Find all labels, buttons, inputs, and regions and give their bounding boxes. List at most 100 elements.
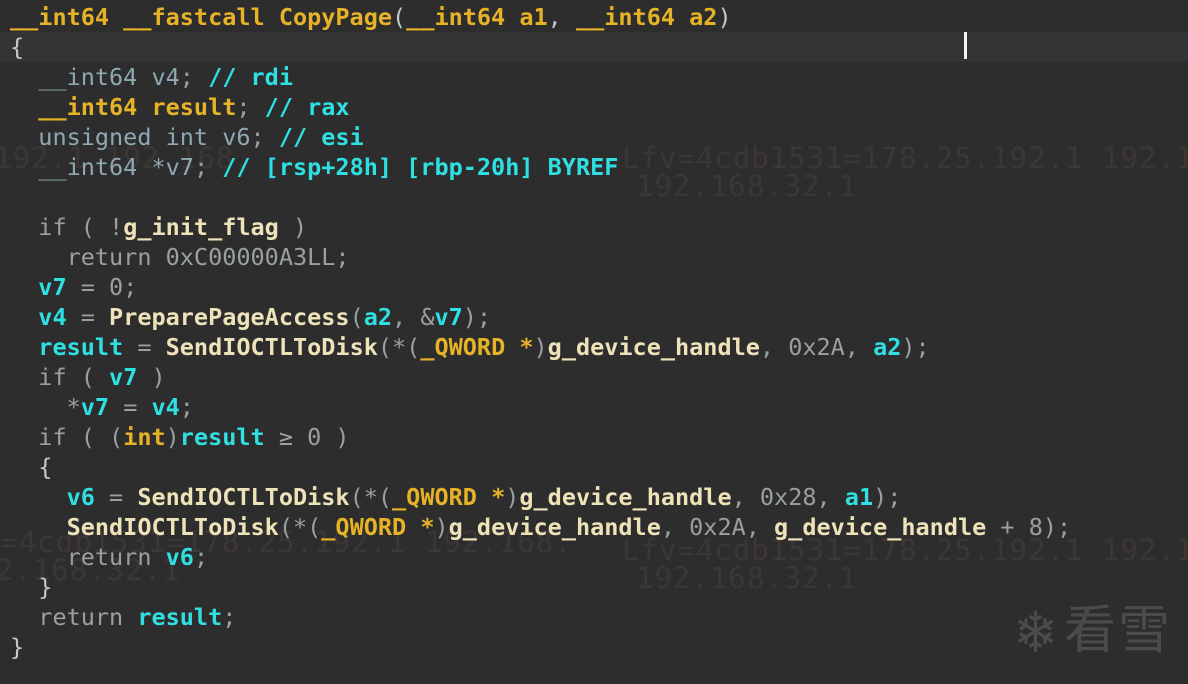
variable-token[interactable]: a2: [873, 333, 901, 361]
code-token[interactable]: , &: [392, 303, 434, 331]
symbol-name-token[interactable]: g_device_handle: [548, 333, 760, 361]
symbol-name-token[interactable]: SendIOCTLToDisk: [67, 513, 279, 541]
code-token[interactable]: );: [463, 303, 491, 331]
symbol-name-token[interactable]: g_init_flag: [123, 213, 279, 241]
code-token[interactable]: {: [10, 453, 52, 481]
code-token[interactable]: );: [873, 483, 901, 511]
code-line[interactable]: {: [10, 452, 1188, 482]
code-token[interactable]: {: [10, 33, 24, 61]
code-token[interactable]: (*(: [279, 513, 321, 541]
code-token[interactable]: ): [534, 333, 548, 361]
variable-token[interactable]: result: [180, 423, 265, 451]
code-line[interactable]: return 0xC00000A3LL;: [10, 242, 1188, 272]
code-token[interactable]: ;: [194, 153, 222, 181]
code-line[interactable]: v6 = SendIOCTLToDisk(*(_QWORD *)g_device…: [10, 482, 1188, 512]
keyword-token[interactable]: _QWORD *: [420, 333, 533, 361]
code-token[interactable]: );: [901, 333, 929, 361]
code-token[interactable]: (*(: [378, 333, 420, 361]
code-token[interactable]: return: [10, 543, 166, 571]
variable-token[interactable]: a1: [845, 483, 873, 511]
code-token[interactable]: return 0xC00000A3LL;: [10, 243, 350, 271]
symbol-name-token[interactable]: PreparePageAccess: [109, 303, 350, 331]
symbol-name-token[interactable]: g_device_handle: [774, 513, 986, 541]
code-token[interactable]: __int64 *v7: [38, 153, 194, 181]
keyword-token[interactable]: __int64 result: [38, 93, 236, 121]
variable-token[interactable]: // rax: [265, 93, 350, 121]
code-token[interactable]: ;: [194, 543, 208, 571]
code-line[interactable]: }: [10, 632, 1188, 662]
code-line[interactable]: return v6;: [10, 542, 1188, 572]
code-token[interactable]: ;: [180, 63, 208, 91]
code-line[interactable]: }: [10, 572, 1188, 602]
variable-token[interactable]: result: [38, 333, 123, 361]
code-line[interactable]: __int64 __fastcall CopyPage(__int64 a1, …: [10, 2, 1188, 32]
symbol-name-token[interactable]: g_device_handle: [449, 513, 661, 541]
code-line[interactable]: v4 = PreparePageAccess(a2, &v7);: [10, 302, 1188, 332]
code-line[interactable]: __int64 *v7; // [rsp+28h] [rbp-20h] BYRE…: [10, 152, 1188, 182]
code-token[interactable]: ): [505, 483, 519, 511]
code-token[interactable]: *: [10, 393, 81, 421]
code-line[interactable]: {: [0, 32, 1188, 62]
code-token[interactable]: = 0;: [67, 273, 138, 301]
code-token[interactable]: ,: [548, 3, 562, 31]
code-token[interactable]: =: [67, 303, 109, 331]
variable-token[interactable]: // [rsp+28h] [rbp-20h] BYREF: [222, 153, 618, 181]
code-token[interactable]: if ( (: [10, 423, 123, 451]
keyword-token[interactable]: __int64 a2: [576, 3, 717, 31]
code-token[interactable]: ): [137, 363, 165, 391]
code-token[interactable]: ): [434, 513, 448, 541]
code-token[interactable]: (: [392, 3, 406, 31]
code-token[interactable]: (: [350, 303, 364, 331]
code-token[interactable]: if ( !: [10, 213, 123, 241]
code-token[interactable]: ;: [251, 123, 279, 151]
code-token[interactable]: =: [123, 333, 165, 361]
code-line[interactable]: return result;: [10, 602, 1188, 632]
code-line[interactable]: if ( (int)result ≥ 0 ): [10, 422, 1188, 452]
code-line[interactable]: v7 = 0;: [10, 272, 1188, 302]
variable-token[interactable]: result: [137, 603, 222, 631]
code-line[interactable]: *v7 = v4;: [10, 392, 1188, 422]
code-token[interactable]: }: [10, 573, 52, 601]
code-token[interactable]: =: [95, 483, 137, 511]
code-token[interactable]: ): [279, 213, 307, 241]
variable-token[interactable]: v6: [67, 483, 95, 511]
code-token[interactable]: __int64 v4: [38, 63, 179, 91]
symbol-name-token[interactable]: SendIOCTLToDisk: [166, 333, 378, 361]
variable-token[interactable]: v7: [81, 393, 109, 421]
code-token[interactable]: ;: [222, 603, 236, 631]
code-token[interactable]: unsigned int v6: [38, 123, 250, 151]
keyword-token[interactable]: __int64 __fastcall CopyPage: [10, 3, 392, 31]
symbol-name-token[interactable]: SendIOCTLToDisk: [137, 483, 349, 511]
code-token[interactable]: }: [10, 633, 24, 661]
code-token[interactable]: ;: [236, 93, 264, 121]
code-token[interactable]: , 0x2A,: [760, 333, 873, 361]
keyword-token[interactable]: int: [123, 423, 165, 451]
code-line[interactable]: SendIOCTLToDisk(*(_QWORD *)g_device_hand…: [10, 512, 1188, 542]
keyword-token[interactable]: _QWORD *: [321, 513, 434, 541]
code-token[interactable]: (*(: [350, 483, 392, 511]
keyword-token[interactable]: __int64 a1: [406, 3, 547, 31]
code-token[interactable]: , 0x2A,: [661, 513, 774, 541]
code-line[interactable]: result = SendIOCTLToDisk(*(_QWORD *)g_de…: [10, 332, 1188, 362]
code-token[interactable]: ): [166, 423, 180, 451]
keyword-token[interactable]: _QWORD *: [392, 483, 505, 511]
pseudocode-view[interactable]: __int64 __fastcall CopyPage(__int64 a1, …: [0, 0, 1188, 684]
code-token[interactable]: if (: [10, 363, 109, 391]
code-token[interactable]: =: [109, 393, 151, 421]
variable-token[interactable]: v4: [38, 303, 66, 331]
code-line[interactable]: if ( !g_init_flag ): [10, 212, 1188, 242]
code-line[interactable]: unsigned int v6; // esi: [10, 122, 1188, 152]
code-token[interactable]: ;: [180, 393, 194, 421]
code-token[interactable]: ≥ 0 ): [265, 423, 350, 451]
symbol-name-token[interactable]: g_device_handle: [519, 483, 731, 511]
code-line[interactable]: __int64 v4; // rdi: [10, 62, 1188, 92]
variable-token[interactable]: a2: [364, 303, 392, 331]
variable-token[interactable]: v6: [166, 543, 194, 571]
variable-token[interactable]: v4: [152, 393, 180, 421]
variable-token[interactable]: // esi: [279, 123, 364, 151]
code-token[interactable]: + 8);: [986, 513, 1071, 541]
code-line[interactable]: if ( v7 ): [10, 362, 1188, 392]
code-token[interactable]: ): [717, 3, 731, 31]
code-line[interactable]: __int64 result; // rax: [10, 92, 1188, 122]
variable-token[interactable]: v7: [434, 303, 462, 331]
